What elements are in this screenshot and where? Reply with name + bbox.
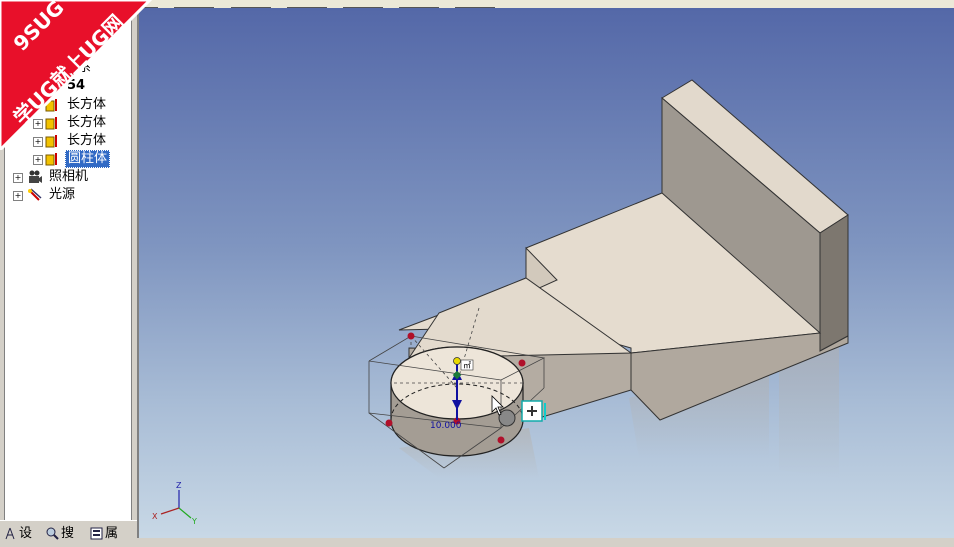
y-axis-label: Y [191, 517, 197, 526]
tab-label: 设 [19, 526, 33, 541]
camera-icon [27, 170, 42, 184]
resize-handle[interactable] [385, 419, 393, 427]
tab-search[interactable]: 搜 [46, 525, 74, 543]
resize-handle[interactable] [407, 332, 415, 340]
dimension-label: 10.000 [430, 421, 462, 431]
wall-side-face [819, 214, 849, 352]
dimension-lock-glyph: ㎡ [463, 361, 471, 370]
expand-icon[interactable]: + [33, 155, 43, 165]
tab-label: 属 [105, 526, 119, 541]
tree-item-label: 照相机 [49, 169, 89, 184]
tree-item-label: 光源 [49, 187, 76, 202]
height-handle[interactable] [453, 357, 461, 365]
3d-viewport[interactable]: ㎡ 10.000 Z X Y [137, 8, 954, 538]
tree-icon [4, 527, 17, 540]
z-axis-label: Z [176, 481, 182, 490]
tree-item-cylinder[interactable]: + 圆柱体 [29, 150, 131, 168]
expand-icon[interactable]: + [13, 173, 23, 183]
tab-properties[interactable]: 属 [90, 525, 118, 543]
watermark-logo: 9SUG 学UG就上UG网 [0, 0, 153, 150]
properties-icon [90, 527, 103, 540]
tree-item-label: 圆柱体 [65, 150, 111, 168]
expand-icon[interactable]: + [13, 191, 23, 201]
3d-scene[interactable]: ㎡ 10.000 Z X Y [139, 8, 954, 538]
tab-label: 搜 [61, 526, 75, 541]
cylinder-icon [45, 152, 60, 166]
resize-handle[interactable] [518, 359, 526, 367]
light-icon [27, 188, 42, 202]
rotate-tool-icon[interactable] [498, 409, 516, 427]
panel-tabs: 设 搜 属 [0, 520, 137, 547]
tree-item-light[interactable]: + 光源 [9, 186, 129, 204]
tab-design[interactable]: 设 [4, 525, 32, 543]
search-icon [46, 527, 59, 540]
axis-triad: Z X Y [152, 481, 197, 526]
x-axis [160, 507, 180, 515]
resize-handle[interactable] [497, 436, 505, 444]
y-axis [178, 507, 192, 519]
x-axis-label: X [152, 512, 158, 521]
tree-item-camera[interactable]: + 照相机 [9, 168, 129, 186]
